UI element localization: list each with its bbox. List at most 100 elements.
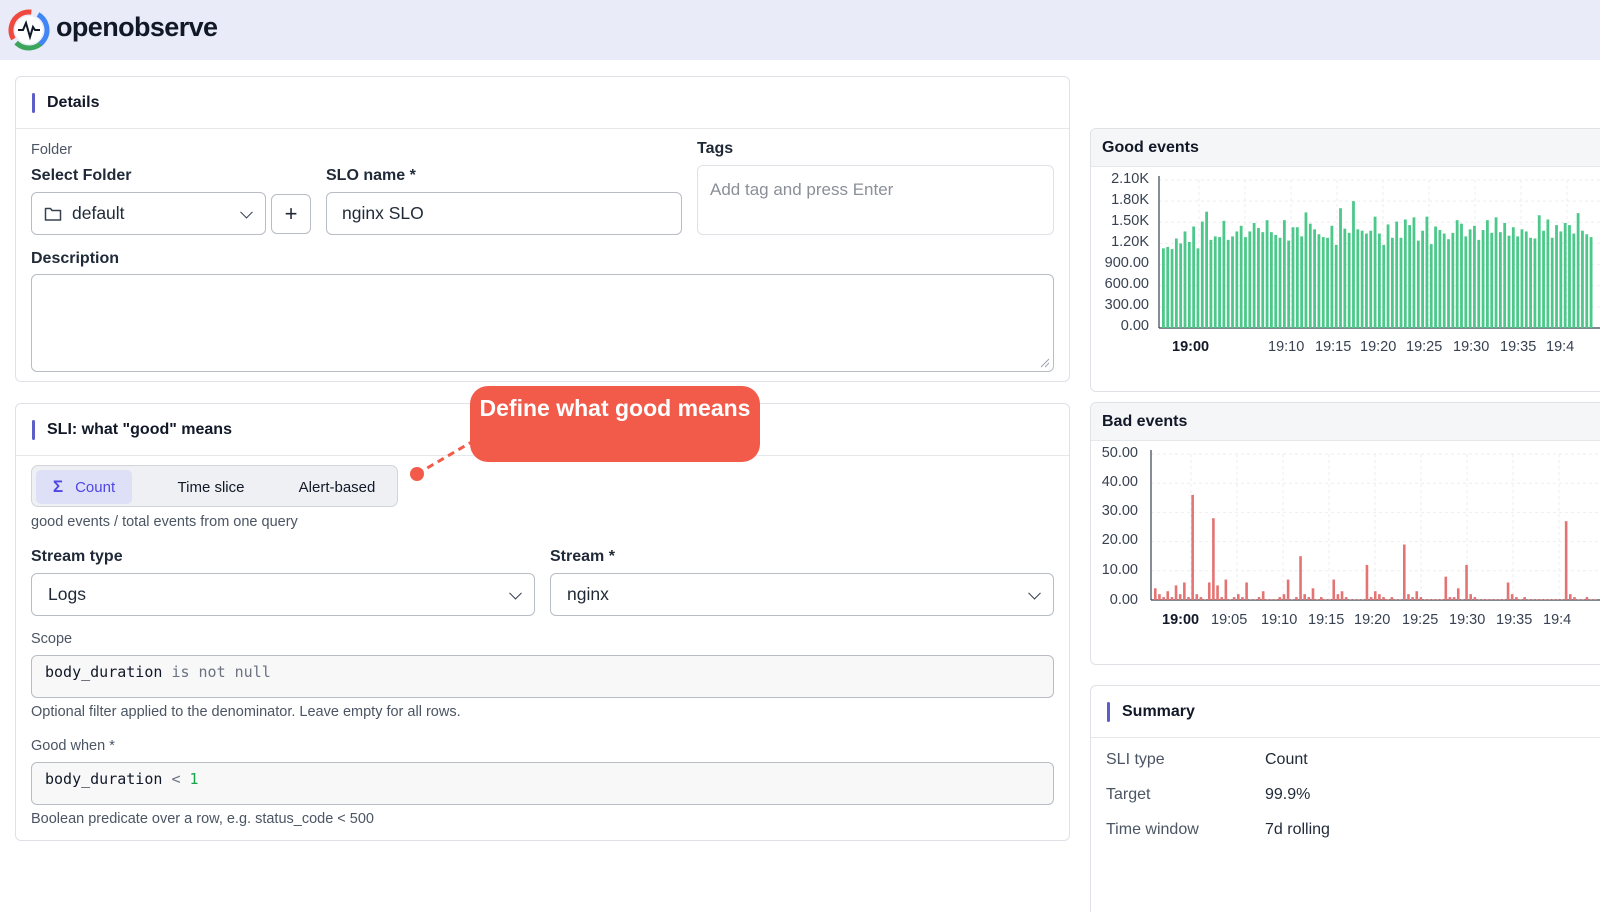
chart-bar[interactable]: [1332, 579, 1336, 600]
chart-bar[interactable]: [1386, 599, 1389, 600]
chart-bar[interactable]: [1581, 599, 1585, 600]
chart-bar[interactable]: [1415, 591, 1419, 600]
slo-name-input[interactable]: nginx SLO: [326, 192, 682, 235]
chart-bar[interactable]: [1212, 518, 1215, 600]
chart-bar[interactable]: [1412, 217, 1416, 328]
chart-bar[interactable]: [1287, 240, 1291, 328]
chart-bar[interactable]: [1261, 232, 1265, 328]
chart-bar[interactable]: [1158, 594, 1161, 600]
chart-bar[interactable]: [1438, 230, 1442, 328]
chart-bar[interactable]: [1311, 588, 1315, 600]
chart-bar[interactable]: [1464, 236, 1468, 328]
chart-bar[interactable]: [1423, 599, 1427, 600]
chart-bar[interactable]: [1593, 599, 1597, 600]
chart-bar[interactable]: [1373, 216, 1377, 328]
chart-bar[interactable]: [1585, 234, 1589, 328]
chart-bar[interactable]: [1207, 582, 1211, 600]
chart-bar[interactable]: [1507, 235, 1511, 328]
chart-bar[interactable]: [1265, 220, 1269, 328]
chart-bar[interactable]: [1340, 591, 1344, 600]
chart-bar[interactable]: [1304, 212, 1308, 328]
chart-bar[interactable]: [1248, 231, 1252, 328]
chart-bar[interactable]: [1174, 238, 1178, 329]
chart-bar[interactable]: [1200, 221, 1204, 328]
chart-bar[interactable]: [1222, 220, 1226, 328]
chart-bar[interactable]: [1295, 597, 1298, 600]
scope-editor[interactable]: body_duration is not null: [31, 655, 1054, 698]
chart-bar[interactable]: [1226, 239, 1230, 328]
chart-bar[interactable]: [1564, 521, 1568, 600]
chart-bar[interactable]: [1274, 599, 1277, 600]
chart-bar[interactable]: [1317, 234, 1321, 328]
chart-bar[interactable]: [1244, 237, 1247, 328]
resize-handle-icon[interactable]: [1040, 358, 1050, 368]
chart-bar[interactable]: [1241, 597, 1244, 600]
chart-bar[interactable]: [1203, 599, 1207, 600]
chart-bar[interactable]: [1328, 599, 1331, 600]
chart-bar[interactable]: [1291, 227, 1295, 328]
chart-bar[interactable]: [1490, 599, 1493, 600]
description-textarea[interactable]: [31, 274, 1054, 372]
chart-bar[interactable]: [1552, 599, 1555, 600]
chart-bar[interactable]: [1315, 599, 1319, 600]
chart-bar[interactable]: [1560, 599, 1564, 600]
chart-bar[interactable]: [1274, 234, 1278, 328]
chart-bar[interactable]: [1510, 594, 1514, 600]
chart-bar[interactable]: [1174, 585, 1178, 600]
chart-bar[interactable]: [1170, 597, 1174, 600]
chart-bar[interactable]: [1531, 599, 1535, 600]
chart-bar[interactable]: [1216, 585, 1219, 600]
chart-bar[interactable]: [1313, 229, 1316, 328]
mode-count-button[interactable]: Σ Count: [36, 470, 132, 504]
chart-bar[interactable]: [1416, 240, 1420, 328]
chart-bar[interactable]: [1461, 599, 1464, 600]
folder-select[interactable]: default: [31, 192, 266, 235]
chart-bar[interactable]: [1585, 597, 1589, 600]
chart-bar[interactable]: [1178, 594, 1182, 600]
chart-bar[interactable]: [1481, 599, 1485, 600]
chart-bar[interactable]: [1192, 226, 1196, 328]
chart-bar[interactable]: [1334, 244, 1338, 328]
chart-bar[interactable]: [1266, 599, 1269, 600]
chart-bar[interactable]: [1421, 230, 1424, 328]
chart-bar[interactable]: [1481, 230, 1485, 328]
chart-bar[interactable]: [1261, 591, 1265, 600]
chart-bar[interactable]: [1456, 588, 1460, 600]
chart-bar[interactable]: [1166, 591, 1170, 600]
chart-bar[interactable]: [1403, 544, 1406, 600]
mode-alert-based-button[interactable]: Alert-based: [280, 470, 394, 504]
chart-bar[interactable]: [1218, 237, 1221, 328]
chart-bar[interactable]: [1330, 225, 1334, 328]
chart-bar[interactable]: [1577, 599, 1580, 600]
chart-bar[interactable]: [1252, 222, 1256, 328]
chart-bar[interactable]: [1270, 599, 1273, 600]
chart-bar[interactable]: [1432, 599, 1435, 600]
chart-bar[interactable]: [1399, 237, 1403, 328]
chart-bar[interactable]: [1559, 231, 1563, 328]
chart-bar[interactable]: [1336, 594, 1340, 600]
good-when-editor[interactable]: body_duration < 1: [31, 762, 1054, 805]
chart-bar[interactable]: [1270, 232, 1273, 328]
chart-bar[interactable]: [1568, 225, 1571, 328]
chart-bar[interactable]: [1232, 597, 1236, 600]
chart-bar[interactable]: [1460, 223, 1463, 328]
chart-bar[interactable]: [1187, 242, 1191, 328]
chart-bar[interactable]: [1576, 213, 1580, 328]
chart-bar[interactable]: [1520, 229, 1524, 328]
chart-bar[interactable]: [1527, 599, 1531, 600]
chart-bar[interactable]: [1542, 230, 1545, 328]
chart-bar[interactable]: [1307, 597, 1311, 600]
chart-bar[interactable]: [1563, 222, 1567, 328]
chart-bar[interactable]: [1237, 594, 1240, 600]
chart-bar[interactable]: [1299, 556, 1302, 600]
chart-bar[interactable]: [1544, 599, 1547, 600]
chart-bar[interactable]: [1498, 232, 1502, 328]
chart-bar[interactable]: [1486, 220, 1489, 328]
chart-bar[interactable]: [1373, 591, 1377, 600]
chart-bar[interactable]: [1394, 599, 1398, 600]
chart-bar[interactable]: [1360, 230, 1364, 328]
chart-bar[interactable]: [1411, 597, 1414, 600]
chart-bar[interactable]: [1419, 597, 1423, 600]
chart-bar[interactable]: [1308, 223, 1312, 328]
chart-bar[interactable]: [1448, 597, 1452, 600]
